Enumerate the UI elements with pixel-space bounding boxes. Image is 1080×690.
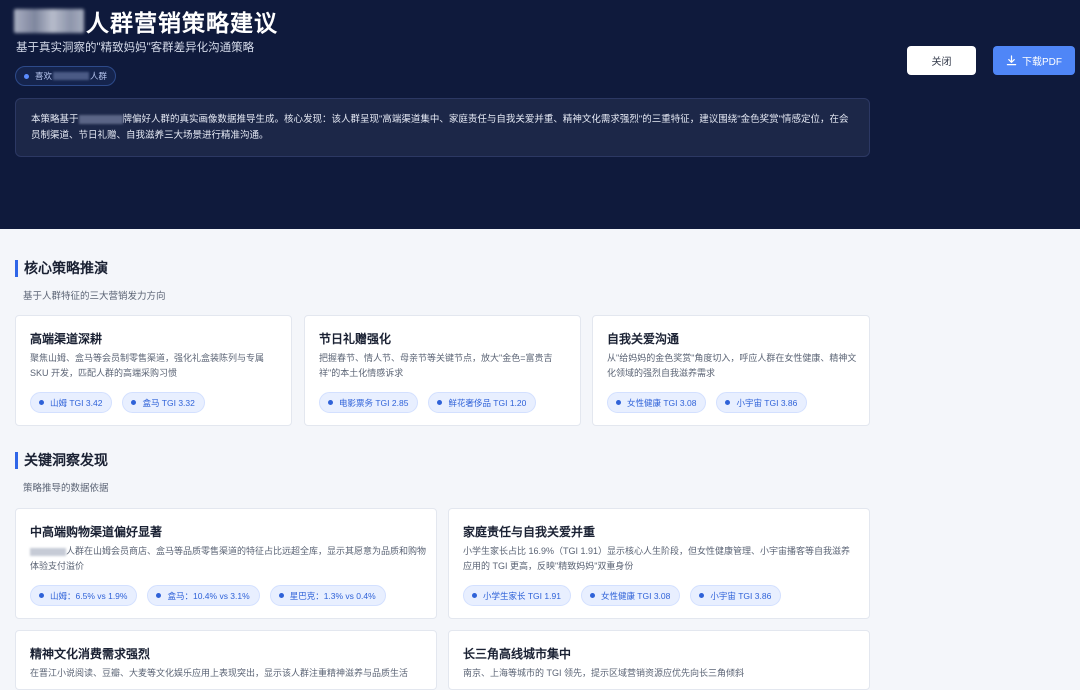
section-insights-header: 关键洞察发现: [15, 450, 108, 470]
audience-tag-suffix: 人群: [90, 71, 108, 81]
section-subtitle: 基于人群特征的三大营销发力方向: [23, 291, 166, 302]
metric-chip: 星巴克：1.3% vs 0.4%: [269, 585, 386, 606]
chip-dot-icon: [472, 593, 477, 598]
card-description: 在晋江小说阅读、豆瓣、大麦等文化娱乐应用上表现突出，显示该人群注重精神滋养与品质…: [30, 668, 409, 678]
card-description: 人群在山姆会员商店、盒马等品质零售渠道的特征占比远超全库，显示其愿意为品质和购物…: [30, 544, 426, 573]
chip-label: 小学生家长 TGI 1.91: [483, 590, 561, 601]
chip-dot-icon: [437, 400, 443, 405]
card-description: 小学生家长占比 16.9%（TGI 1.91）显示核心人生阶段，但女性健康管理、…: [463, 546, 851, 571]
card-chips: 女性健康 TGI 3.08 小宇宙 TGI 3.86: [607, 392, 808, 413]
chip-dot-icon: [131, 400, 137, 405]
insight-card-region: 长三角高线城市集中 南京、上海等城市的 TGI 领先，提示区域营销资源应优先向长…: [448, 630, 870, 690]
metric-chip: 女性健康 TGI 3.08: [607, 392, 707, 413]
metric-chip: 盒马 TGI 3.32: [122, 392, 205, 413]
chip-dot-icon: [328, 400, 333, 405]
metric-chip: 山姆：6.5% vs 1.9%: [30, 585, 138, 606]
card-description: 把握春节、情人节、母亲节等关键节点，放大"金色=富贵吉祥"的本土化情感诉求: [319, 353, 553, 378]
strategy-card-festival: 节日礼赠强化 把握春节、情人节、母亲节等关键节点，放大"金色=富贵吉祥"的本土化…: [304, 315, 581, 426]
tag-dot-icon: [24, 73, 29, 79]
section-accent-bar: [15, 259, 18, 277]
card-title: 中高端购物渠道偏好显著: [30, 525, 163, 539]
insight-card-channel: 中高端购物渠道偏好显著 人群在山姆会员商店、盒马等品质零售渠道的特征占比远超全库…: [15, 508, 437, 619]
audience-tag-prefix: 喜欢: [35, 71, 53, 81]
chip-dot-icon: [39, 593, 44, 598]
card-chips: 小学生家长 TGI 1.91 女性健康 TGI 3.08 小宇宙 TGI 3.8…: [463, 585, 782, 606]
metric-chip: 山姆 TGI 3.42: [30, 392, 113, 413]
chip-label: 星巴克：1.3% vs 0.4%: [289, 590, 376, 601]
chip-dot-icon: [278, 593, 284, 598]
card-chips: 山姆：6.5% vs 1.9% 盒马：10.4% vs 3.1% 星巴克：1.3…: [30, 585, 386, 606]
chip-dot-icon: [725, 400, 731, 405]
card-title: 节日礼赠强化: [319, 332, 392, 346]
redacted-brand-name: [14, 9, 84, 33]
chip-label: 女性健康 TGI 3.08: [600, 590, 671, 601]
card-description-text: 人群在山姆会员商店、盒马等品质零售渠道的特征占比远超全库，显示其愿意为品质和购物…: [30, 546, 427, 571]
metric-chip: 小宇宙 TGI 3.86: [690, 585, 782, 606]
chip-dot-icon: [589, 593, 595, 598]
card-title: 长三角高线城市集中: [463, 647, 572, 661]
audience-tag: 喜欢 人群: [15, 66, 117, 86]
summary-prefix: 本策略基于: [31, 114, 79, 125]
metric-chip: 小宇宙 TGI 3.86: [716, 392, 808, 413]
section-title: 核心策略推演: [24, 260, 108, 276]
chip-dot-icon: [156, 593, 162, 598]
metric-chip: 盒马：10.4% vs 3.1%: [147, 585, 260, 606]
download-icon: [1006, 55, 1017, 66]
section-accent-bar: [15, 451, 18, 469]
page-title-text: 人群营销策略建议: [86, 10, 278, 36]
metric-chip: 电影票务 TGI 2.85: [319, 392, 419, 413]
summary-text: 牌偏好人群的真实画像数据推导生成。核心发现：该人群呈现"高端渠道集中、家庭责任与…: [31, 114, 849, 141]
card-title: 高端渠道深耕: [30, 332, 103, 346]
strategy-card-channel: 高端渠道深耕 聚焦山姆、盒马等会员制零售渠道，强化礼盒装陈列与专属 SKU 开发…: [15, 315, 292, 426]
download-pdf-label: 下载PDF: [1022, 57, 1062, 68]
chip-label: 山姆：6.5% vs 1.9%: [50, 590, 128, 601]
chip-dot-icon: [616, 400, 621, 405]
page-subtitle: 基于真实洞察的"精致妈妈"客群差异化沟通策略: [16, 42, 255, 54]
section-title: 关键洞察发现: [24, 452, 108, 468]
chip-label: 盒马：10.4% vs 3.1%: [167, 590, 250, 601]
metric-chip: 女性健康 TGI 3.08: [580, 585, 681, 606]
insight-card-culture: 精神文化消费需求强烈 在晋江小说阅读、豆瓣、大麦等文化娱乐应用上表现突出，显示该…: [15, 630, 437, 690]
card-chips: 电影票务 TGI 2.85 鲜花奢侈品 TGI 1.20: [319, 392, 537, 413]
close-button[interactable]: 关闭: [907, 46, 976, 75]
chip-label: 小宇宙 TGI 3.86: [710, 590, 772, 601]
card-title: 家庭责任与自我关爱并重: [463, 525, 596, 539]
redacted-brand-name: [53, 72, 90, 80]
metric-chip: 小学生家长 TGI 1.91: [463, 585, 571, 606]
card-description: 从"给妈妈的金色奖赏"角度切入，呼应人群在女性健康、精神文化领域的强烈自我滋养需…: [607, 353, 857, 378]
chip-label: 小宇宙 TGI 3.86: [736, 397, 798, 408]
strategy-card-selfcare: 自我关爱沟通 从"给妈妈的金色奖赏"角度切入，呼应人群在女性健康、精神文化领域的…: [592, 315, 870, 426]
chip-label: 盒马 TGI 3.32: [142, 397, 195, 408]
chip-dot-icon: [699, 593, 705, 598]
redacted-brand-name: [78, 114, 123, 124]
hero-header: 人群营销策略建议 基于真实洞察的"精致妈妈"客群差异化沟通策略 喜欢 人群 本策…: [0, 0, 1080, 229]
section-strategy-header: 核心策略推演: [15, 258, 108, 278]
metric-chip: 鲜花奢侈品 TGI 1.20: [428, 392, 537, 413]
chip-dot-icon: [39, 400, 44, 405]
card-chips: 山姆 TGI 3.42 盒马 TGI 3.32: [30, 392, 205, 413]
chip-label: 山姆 TGI 3.42: [50, 397, 103, 408]
page-title: 人群营销策略建议: [14, 4, 278, 38]
download-pdf-button[interactable]: 下载PDF: [993, 46, 1075, 75]
card-description: 聚焦山姆、盒马等会员制零售渠道，强化礼盒装陈列与专属 SKU 开发，匹配人群的高…: [30, 353, 265, 378]
strategy-summary: 本策略基于 牌偏好人群的真实画像数据推导生成。核心发现：该人群呈现"高端渠道集中、…: [15, 98, 870, 157]
chip-label: 电影票务 TGI 2.85: [339, 397, 409, 408]
chip-label: 女性健康 TGI 3.08: [627, 397, 697, 408]
redacted-brand-name: [30, 547, 66, 556]
card-title: 自我关爱沟通: [607, 332, 680, 346]
chip-label: 鲜花奢侈品 TGI 1.20: [448, 397, 527, 408]
card-title: 精神文化消费需求强烈: [30, 647, 151, 661]
section-subtitle: 策略推导的数据依据: [23, 483, 109, 494]
insight-card-family: 家庭责任与自我关爱并重 小学生家长占比 16.9%（TGI 1.91）显示核心人…: [448, 508, 870, 619]
card-description: 南京、上海等城市的 TGI 领先，提示区域营销资源应优先向长三角倾斜: [463, 668, 745, 678]
